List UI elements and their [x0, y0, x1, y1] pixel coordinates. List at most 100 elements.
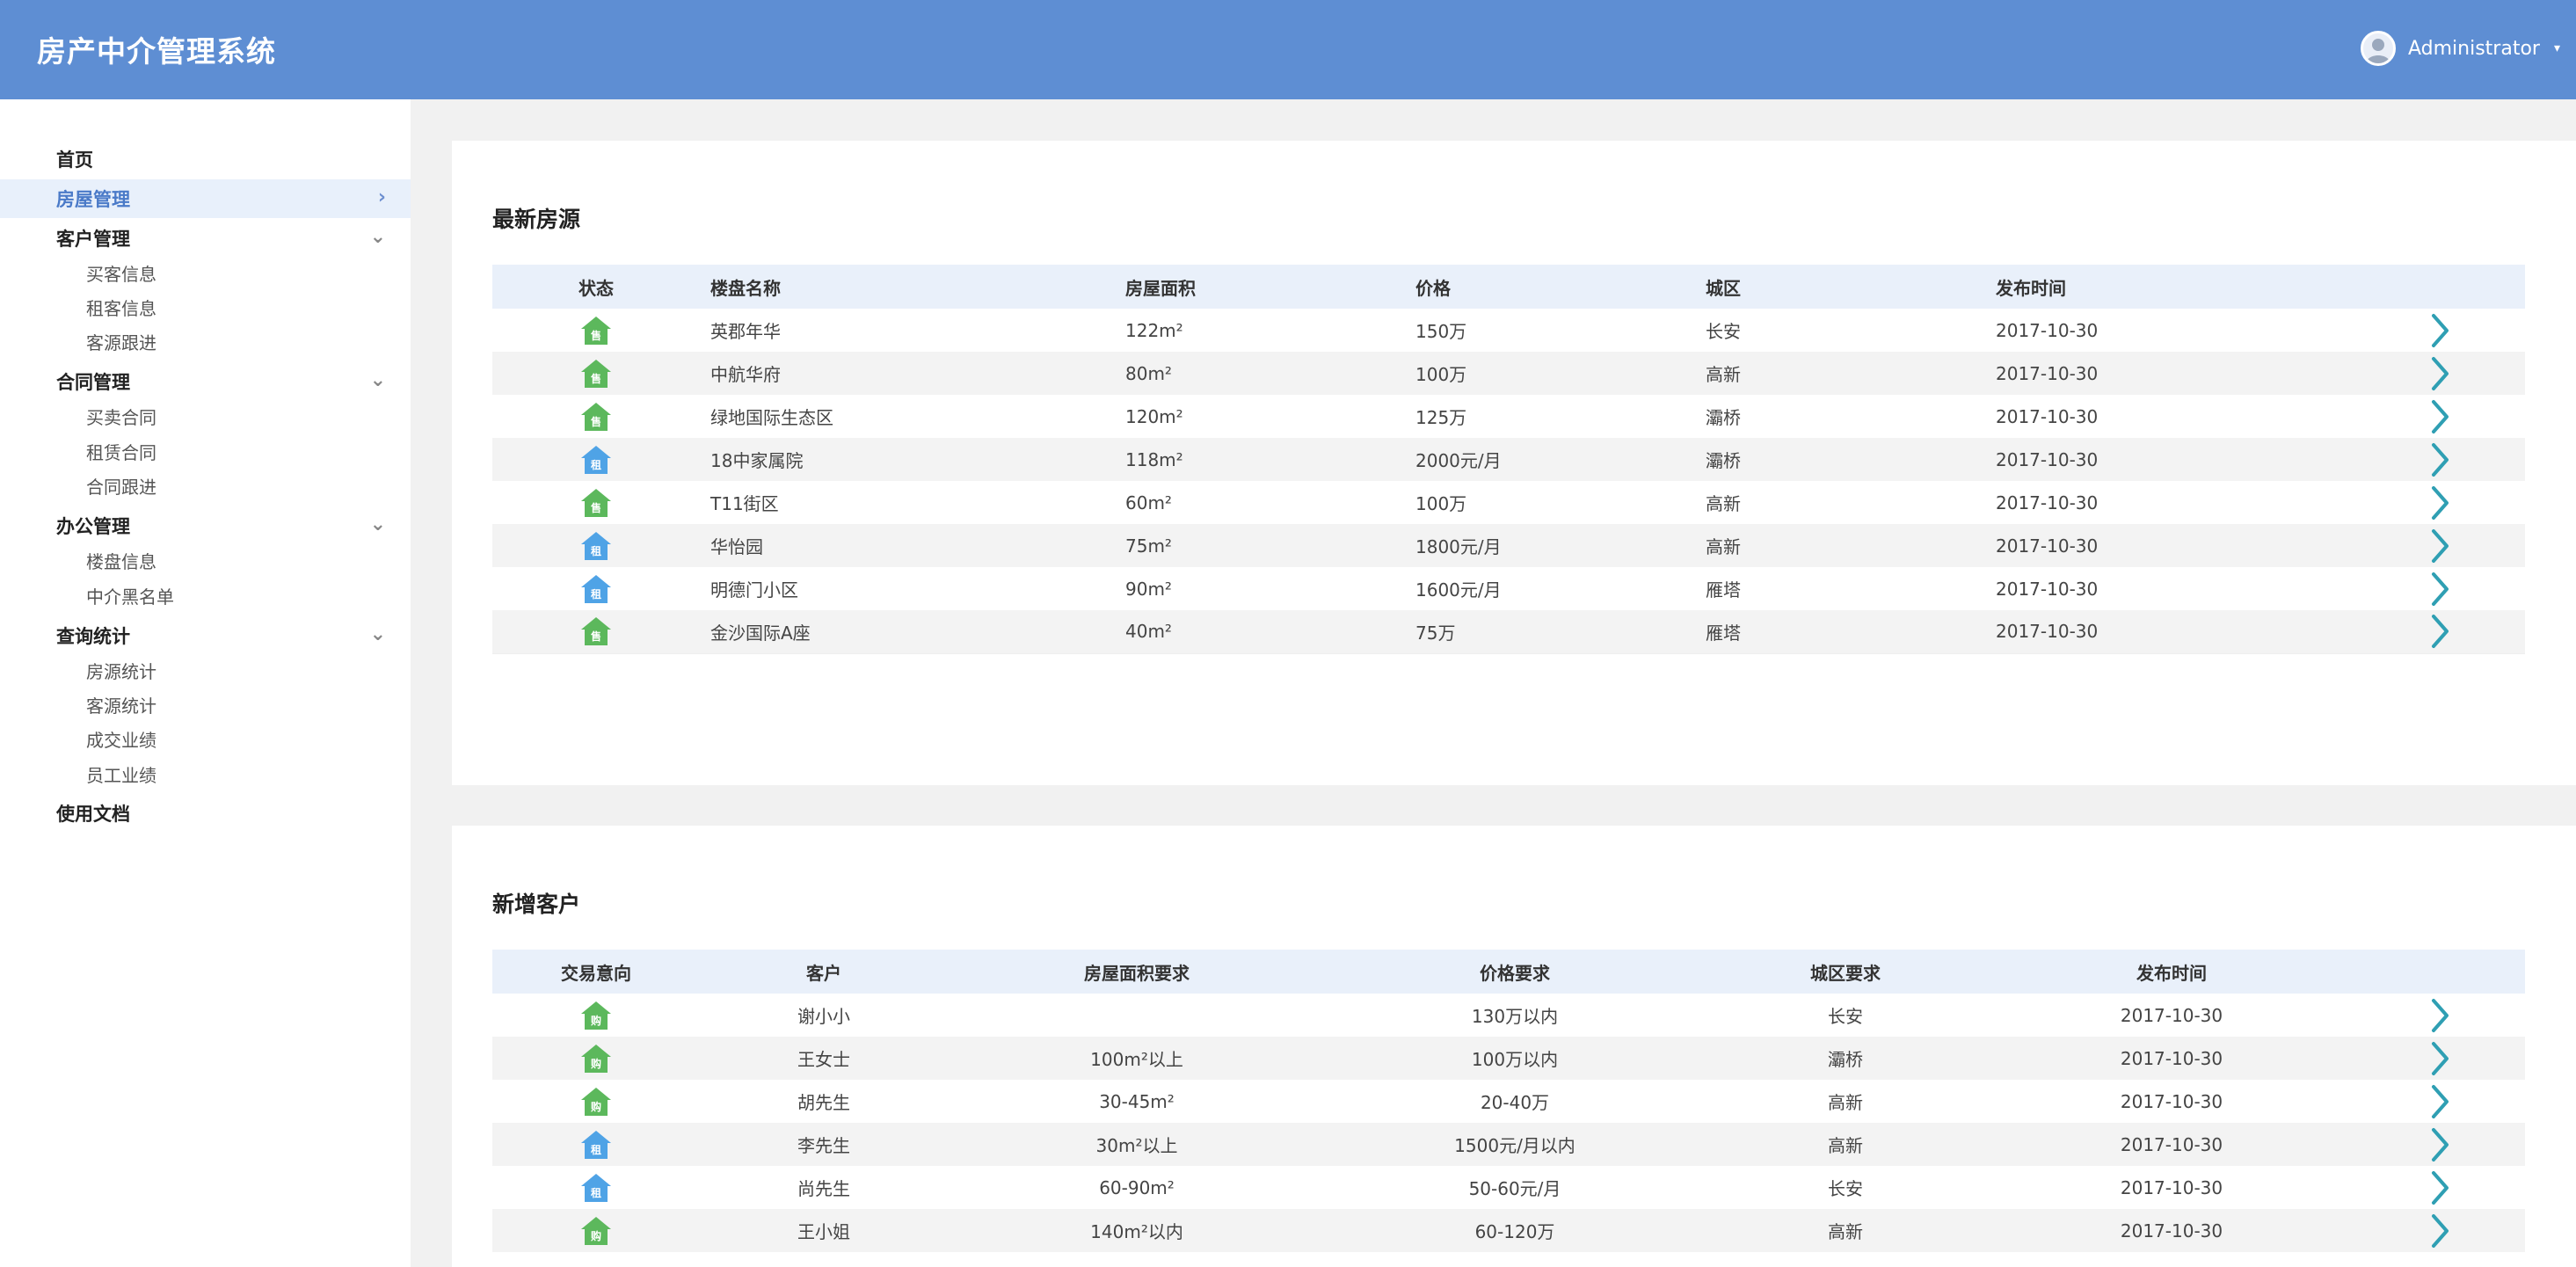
house-status-icon: 租	[581, 445, 611, 474]
sidebar-subitem[interactable]: 买客信息	[86, 261, 156, 288]
sidebar-subitem[interactable]: 楼盘信息	[86, 549, 156, 575]
table-row[interactable]: 租 18中家属院 118m² 2000元/月 灞桥 2017-10-30	[492, 438, 2525, 481]
column-header: 城区要求	[1810, 962, 1881, 984]
table-row[interactable]: 购 王女士 100m²以上 100万以内 灞桥 2017-10-30	[492, 1037, 2525, 1080]
property-area: 60m²	[1125, 492, 1172, 513]
table-row[interactable]: 购 王小姐 140m²以内 60-120万 高新 2017-10-30	[492, 1209, 2525, 1252]
publish-date: 2017-10-30	[1996, 319, 2099, 341]
intent-cell: 购	[492, 1080, 700, 1123]
chevron-right-icon[interactable]	[2431, 572, 2450, 607]
latest-houses-panel: 最新房源 状态 楼盘名称 房屋面积 价格 城区 发布时间 售 英郡年华 122m² 1…	[452, 141, 2576, 785]
publish-date: 2017-10-30	[1996, 362, 2099, 384]
table-row[interactable]: 售 金沙国际A座 40m² 75万 雁塔 2017-10-30	[492, 610, 2525, 653]
sidebar-subitem[interactable]: 租赁合同	[86, 440, 156, 466]
table-row[interactable]: 租 华怡园 75m² 1800元/月 高新 2017-10-30	[492, 524, 2525, 567]
detail-link[interactable]	[2356, 567, 2525, 610]
sidebar-subitem[interactable]: 员工业绩	[86, 762, 156, 789]
property-price: 1600元/月	[1415, 579, 1502, 601]
intent-cell: 购	[492, 1037, 700, 1080]
chevron-right-icon[interactable]	[2431, 1084, 2450, 1119]
sidebar-subitem[interactable]: 客源统计	[86, 693, 156, 719]
detail-link[interactable]	[2356, 352, 2525, 395]
chevron-right-icon[interactable]	[2431, 1213, 2450, 1249]
customer-name: 李先生	[797, 1135, 850, 1156]
detail-link[interactable]	[2356, 524, 2525, 567]
table-row[interactable]: 售 英郡年华 122m² 150万 长安 2017-10-30	[492, 309, 2525, 352]
status-cell: 租	[492, 438, 700, 481]
district-requirement: 长安	[1828, 1178, 1863, 1199]
detail-link[interactable]	[2356, 1080, 2525, 1123]
intent-cell: 租	[492, 1166, 700, 1209]
sidebar-item-home[interactable]: 首页	[0, 140, 411, 178]
sidebar-item-label: 使用文档	[56, 804, 130, 825]
chevron-right-icon[interactable]	[2431, 614, 2450, 649]
area-requirement: 30-45m²	[1099, 1090, 1175, 1112]
property-price: 1800元/月	[1415, 536, 1502, 557]
chevron-right-icon[interactable]	[2431, 1041, 2450, 1076]
sidebar-subitem[interactable]: 房源统计	[86, 659, 156, 685]
table-header-row: 交易意向 客户 房屋面积要求 价格要求 城区要求 发布时间	[492, 950, 2525, 994]
detail-link[interactable]	[2356, 1037, 2525, 1080]
table-row[interactable]: 租 李先生 30m²以上 1500元/月以内 高新 2017-10-30	[492, 1123, 2525, 1166]
sidebar-item-docs[interactable]: 使用文档	[0, 794, 411, 833]
detail-link[interactable]	[2356, 994, 2525, 1037]
house-status-icon: 租	[581, 1130, 611, 1159]
sidebar-subitem[interactable]: 买卖合同	[86, 404, 156, 431]
detail-link[interactable]	[2356, 395, 2525, 438]
app-title: 房产中介管理系统	[37, 34, 276, 69]
sidebar: 首页 房屋管理 › 客户管理 ⌄ 买客信息 租客信息 客源跟进 合同管理 ⌄ 买…	[0, 99, 411, 1267]
sidebar-subitem[interactable]: 客源跟进	[86, 330, 156, 356]
publish-date: 2017-10-30	[1996, 448, 2099, 470]
house-status-icon: 购	[581, 1001, 611, 1030]
chevron-right-icon[interactable]	[2431, 998, 2450, 1033]
sidebar-subitem[interactable]: 中介黑名单	[86, 584, 174, 610]
sidebar-item-customer-management[interactable]: 客户管理 ⌄	[0, 219, 411, 258]
publish-date: 2017-10-30	[1996, 535, 2099, 557]
property-name: 英郡年华	[710, 321, 781, 342]
detail-link[interactable]	[2356, 610, 2525, 653]
table-spacer	[492, 652, 2525, 700]
table-row[interactable]: 售 中航华府 80m² 100万 高新 2017-10-30	[492, 352, 2525, 395]
detail-link[interactable]	[2356, 1166, 2525, 1209]
table-row[interactable]: 购 谢小小 130万以内 长安 2017-10-30	[492, 994, 2525, 1037]
publish-date: 2017-10-30	[1996, 492, 2099, 513]
sidebar-item-label: 房屋管理	[56, 189, 130, 210]
sidebar-item-office-management[interactable]: 办公管理 ⌄	[0, 506, 411, 545]
table-row[interactable]: 购 胡先生 30-45m² 20-40万 高新 2017-10-30	[492, 1080, 2525, 1123]
property-area: 75m²	[1125, 535, 1172, 557]
chevron-right-icon[interactable]	[2431, 356, 2450, 391]
column-header: 交易意向	[561, 962, 631, 984]
area-requirement: 100m²以上	[1090, 1049, 1183, 1070]
sidebar-item-house-management[interactable]: 房屋管理 ›	[0, 179, 411, 218]
property-district: 雁塔	[1706, 622, 1741, 644]
sidebar-item-contract-management[interactable]: 合同管理 ⌄	[0, 362, 411, 401]
chevron-right-icon[interactable]	[2431, 313, 2450, 348]
table-row[interactable]: 租 尚先生 60-90m² 50-60元/月 长安 2017-10-30	[492, 1166, 2525, 1209]
detail-link[interactable]	[2356, 481, 2525, 524]
chevron-right-icon[interactable]	[2431, 399, 2450, 434]
sidebar-item-stats[interactable]: 查询统计 ⌄	[0, 616, 411, 655]
column-header: 房屋面积	[1125, 277, 1196, 299]
sidebar-subitem[interactable]: 租客信息	[86, 295, 156, 322]
user-menu[interactable]: Administrator ▾	[2360, 28, 2560, 69]
sidebar-subitem[interactable]: 成交业绩	[86, 727, 156, 754]
main-content: 最新房源 状态 楼盘名称 房屋面积 价格 城区 发布时间 售 英郡年华 122m² 1…	[411, 99, 2576, 1267]
detail-link[interactable]	[2356, 438, 2525, 481]
chevron-right-icon[interactable]	[2431, 1170, 2450, 1205]
sidebar-subitem[interactable]: 合同跟进	[86, 474, 156, 500]
detail-link[interactable]	[2356, 1123, 2525, 1166]
detail-link[interactable]	[2356, 309, 2525, 352]
detail-link[interactable]	[2356, 1209, 2525, 1252]
chevron-right-icon[interactable]	[2431, 1127, 2450, 1162]
chevron-right-icon[interactable]	[2431, 442, 2450, 477]
chevron-right-icon[interactable]	[2431, 485, 2450, 521]
property-price: 100万	[1415, 364, 1467, 385]
table-row[interactable]: 售 绿地国际生态区 120m² 125万 灞桥 2017-10-30	[492, 395, 2525, 438]
column-header: 状态	[579, 277, 614, 299]
table-row[interactable]: 租 明德门小区 90m² 1600元/月 雁塔 2017-10-30	[492, 567, 2525, 610]
property-district: 长安	[1706, 321, 1741, 342]
table-row[interactable]: 售 T11街区 60m² 100万 高新 2017-10-30	[492, 481, 2525, 524]
chevron-right-icon[interactable]	[2431, 528, 2450, 564]
column-header-empty	[2356, 950, 2525, 994]
property-area: 122m²	[1125, 319, 1183, 341]
